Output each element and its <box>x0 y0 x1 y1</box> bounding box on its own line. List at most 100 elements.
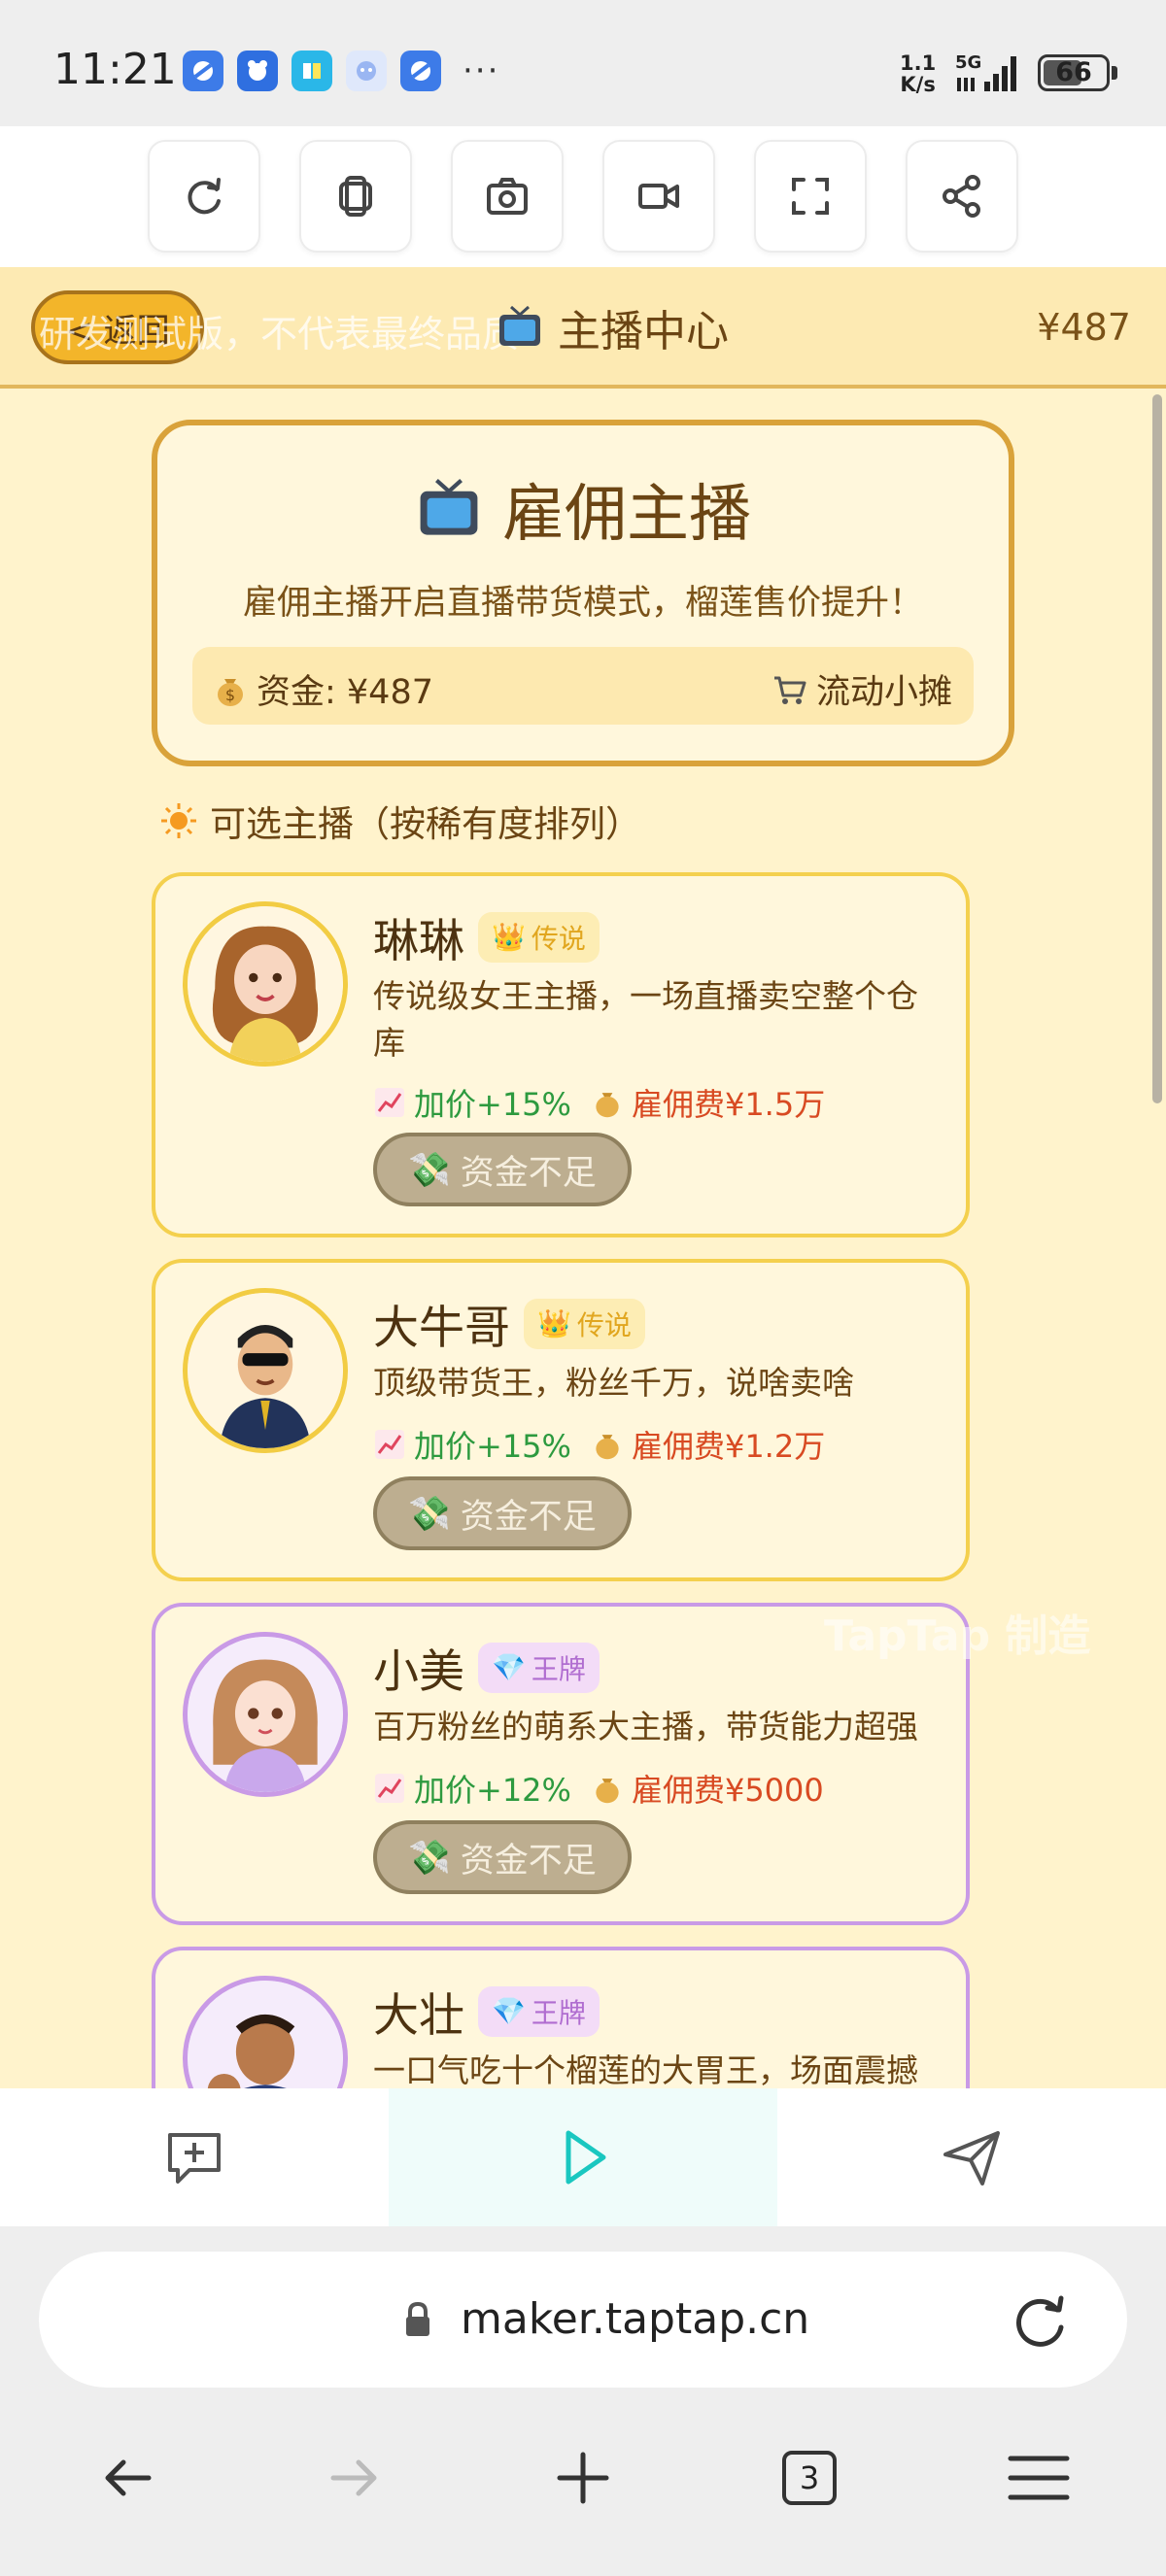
scrollbar[interactable] <box>1152 394 1162 1103</box>
tabs-button[interactable]: 3 <box>766 2434 853 2522</box>
copy-button[interactable] <box>299 140 412 253</box>
price-boost: 加价+12% <box>373 1766 571 1811</box>
price-boost: 加价+15% <box>373 1422 571 1467</box>
anchor-name: 大壮 💎 王牌 <box>373 1978 600 2045</box>
crown-icon: 👑 <box>492 921 526 953</box>
tab-count: 3 <box>782 2451 837 2505</box>
url-text: maker.taptap.cn <box>461 2294 810 2344</box>
avatar <box>183 901 348 1067</box>
browser-app-icon-2 <box>400 51 441 91</box>
comment-button[interactable] <box>0 2088 389 2226</box>
insufficient-funds-button[interactable]: 💸 资金不足 <box>373 1476 632 1550</box>
section-title: 可选主播（按稀有度排列） <box>159 795 641 847</box>
notification-icons: ··· <box>183 51 499 91</box>
anchor-description: 传说级女王主播，一场直播卖空整个仓库 <box>373 977 918 1062</box>
rarity-badge: 👑 传说 <box>524 1298 645 1349</box>
crown-icon: 👑 <box>537 1307 571 1339</box>
fund-display: $ 资金: ¥487 <box>212 664 433 714</box>
camera-icon <box>487 178 528 215</box>
money-bag-icon: $ <box>218 678 243 706</box>
share-icon <box>943 175 980 218</box>
anchor-name: 小美 💎 王牌 <box>373 1634 600 1701</box>
game-header: < 返回 研发测试版，不代表最终品质 主播中心 ¥487 <box>0 267 1166 389</box>
anchor-description: 百万粉丝的萌系大主播，带货能力超强 <box>373 1708 918 1746</box>
send-icon <box>943 2131 1000 2186</box>
sun-icon <box>161 803 196 838</box>
chart-up-icon <box>375 1774 404 1803</box>
page-title: 主播中心 <box>496 296 729 358</box>
tv-icon <box>499 305 540 346</box>
rarity-badge: 👑 传说 <box>478 911 600 963</box>
browser-app-icon <box>183 51 223 91</box>
insufficient-funds-button[interactable]: 💸 资金不足 <box>373 1820 632 1894</box>
hire-fee: 雇佣费¥1.2万 <box>591 1422 825 1467</box>
avatar <box>183 1632 348 1797</box>
money-bag-icon <box>596 1779 619 1804</box>
chart-up-icon <box>375 1088 404 1117</box>
screenshot-button[interactable] <box>451 140 564 253</box>
anchor-stats: 加价+12% 雇佣费¥5000 <box>373 1766 824 1811</box>
record-button[interactable] <box>602 140 715 253</box>
forward-nav-button[interactable] <box>311 2434 398 2522</box>
price-boost: 加价+15% <box>373 1080 571 1125</box>
menu-button[interactable] <box>995 2434 1082 2522</box>
hire-title: 雇佣主播 <box>157 464 1009 554</box>
money-bag-icon <box>596 1093 619 1118</box>
fund-bar: $ 资金: ¥487 流动小摊 <box>192 647 974 725</box>
tv-icon <box>420 479 478 535</box>
header-money: ¥487 <box>1037 306 1131 349</box>
avatar <box>183 1976 348 2088</box>
chart-up-icon <box>375 1430 404 1459</box>
anchor-card[interactable]: 大壮 💎 王牌 一口气吃十个榴莲的大胃王，场面震撼 <box>152 1947 970 2088</box>
stall-display: 流动小摊 <box>772 664 952 714</box>
anchor-card[interactable]: 大牛哥 👑 传说 顶级带货王，粉丝千万，说啥卖啥 加价+15% 雇佣费¥1.2万 … <box>152 1259 970 1581</box>
money-wings-icon: 💸 <box>408 1150 451 1190</box>
lock-icon <box>406 2301 429 2336</box>
insufficient-funds-button[interactable]: 💸 资金不足 <box>373 1133 632 1206</box>
diamond-icon: 💎 <box>492 1995 526 2027</box>
browser-chrome: maker.taptap.cn 3 <box>0 2226 1166 2576</box>
anchor-stats: 加价+15% 雇佣费¥1.5万 <box>373 1080 825 1125</box>
anchor-stats: 加价+15% 雇佣费¥1.2万 <box>373 1422 825 1467</box>
avatar <box>183 1288 348 1453</box>
arrow-right-icon <box>330 2459 377 2496</box>
money-bag-icon <box>596 1435 619 1460</box>
battery-icon: 66 <box>1038 54 1110 91</box>
fullscreen-icon <box>792 178 829 215</box>
copy-icon <box>339 176 372 217</box>
anchor-name: 琳琳 👑 传说 <box>373 903 600 970</box>
maker-bottom-nav <box>0 2088 1166 2226</box>
refresh-button[interactable] <box>148 140 260 253</box>
arrow-left-icon <box>105 2459 152 2496</box>
anchor-card[interactable]: 琳琳 👑 传说 传说级女王主播，一场直播卖空整个仓库 加价+15% 雇佣费¥1.5… <box>152 872 970 1237</box>
add-comment-icon <box>168 2133 221 2184</box>
money-wings-icon: 💸 <box>408 1838 451 1878</box>
book-app-icon <box>292 51 332 91</box>
diamond-icon: 💎 <box>492 1651 526 1683</box>
new-tab-button[interactable] <box>539 2434 627 2522</box>
fullscreen-button[interactable] <box>754 140 867 253</box>
signal-icon: 5G <box>955 51 1025 97</box>
back-nav-button[interactable] <box>84 2434 171 2522</box>
address-bar[interactable]: maker.taptap.cn <box>39 2252 1127 2388</box>
reload-icon[interactable] <box>1009 2288 1073 2353</box>
hire-fee: 雇佣费¥5000 <box>591 1766 824 1811</box>
play-button[interactable] <box>389 2088 777 2226</box>
hamburger-menu-icon <box>1008 2456 1070 2500</box>
top-toolbar <box>0 126 1166 267</box>
status-time: 11:21 <box>53 45 177 94</box>
chat-app-icon <box>346 51 387 91</box>
rarity-badge: 💎 王牌 <box>478 1642 600 1693</box>
money-wings-icon: 💸 <box>408 1494 451 1534</box>
network-speed: 1.1 K/s <box>900 51 937 96</box>
send-button[interactable] <box>777 2088 1166 2226</box>
hire-anchor-card: 雇佣主播 雇佣主播开启直播带货模式，榴莲售价提升！ $ 资金: ¥487 流动小… <box>152 420 1014 766</box>
svg-text:5G: 5G <box>955 52 981 73</box>
anchor-center-content[interactable]: 雇佣主播 雇佣主播开启直播带货模式，榴莲售价提升！ $ 资金: ¥487 流动小… <box>0 389 1166 2088</box>
battery-level: 66 <box>1055 57 1092 87</box>
rarity-badge: 💎 王牌 <box>478 1985 600 2037</box>
bear-app-icon <box>237 51 278 91</box>
anchor-description: 一口气吃十个榴莲的大胃王，场面震撼 <box>373 2051 918 2088</box>
share-button[interactable] <box>906 140 1018 253</box>
svg-text:$: $ <box>225 686 235 704</box>
